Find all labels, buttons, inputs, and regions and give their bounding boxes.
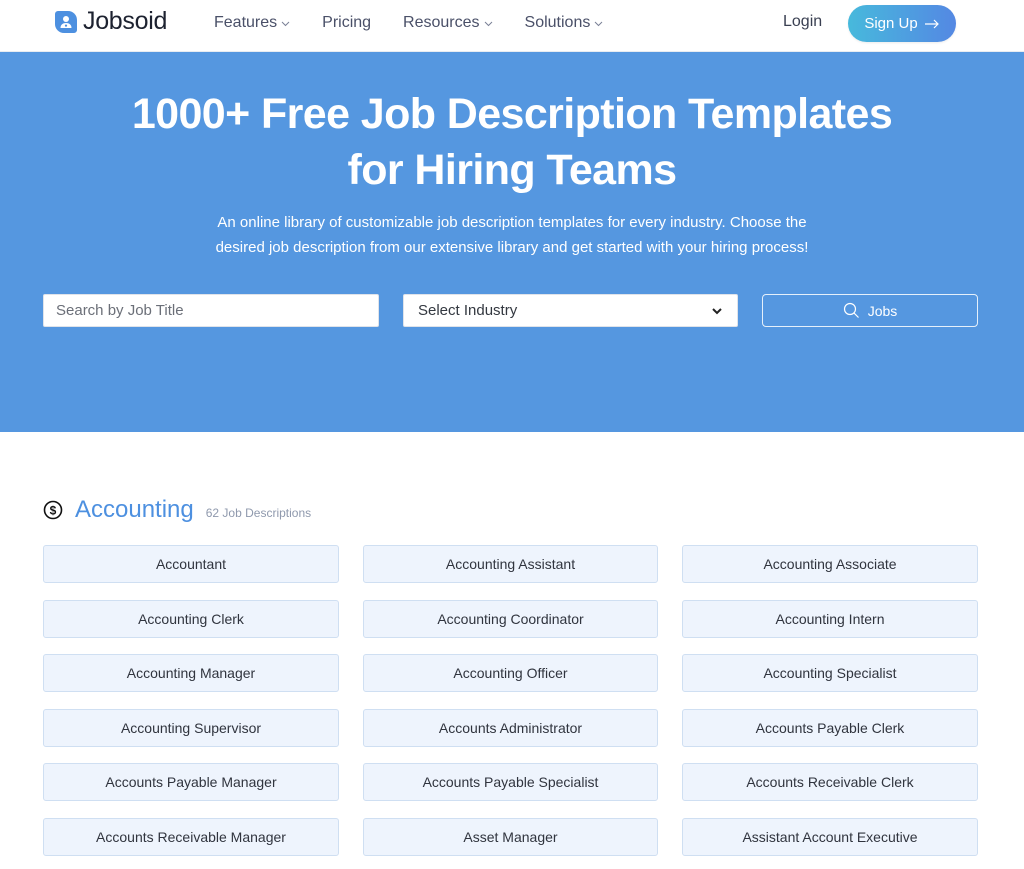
job-card[interactable]: Accounting Supervisor [43,708,339,747]
job-card[interactable]: Accountant [43,545,339,583]
job-card[interactable]: Accounting Coordinator [363,599,658,638]
main-nav: Features Pricing Resources Solutions [214,12,635,34]
job-title-search-input[interactable] [43,294,379,327]
job-card[interactable]: Assistant Account Executive [682,817,978,856]
nav-solutions-label: Solutions [524,14,591,31]
title-line-2: for Hiring Teams [347,146,677,194]
category-title[interactable]: Accounting [75,496,194,524]
search-icon [843,302,859,318]
login-link[interactable]: Login [783,13,822,31]
chevron-down-icon [712,307,722,314]
job-card[interactable]: Asset Manager [363,817,658,856]
chevron-down-icon [595,21,603,27]
logo-icon [55,10,77,33]
hero-section: 1000+ Free Job Description Templates for… [0,52,1024,432]
search-jobs-label: Jobs [867,302,898,319]
signup-label: Sign Up [864,15,918,32]
job-card[interactable]: Accounting Assistant [363,545,658,583]
nav-solutions[interactable]: Solutions [525,12,604,34]
hero-subtitle: An online library of customizable job de… [0,210,1024,260]
subtitle-line-1: An online library of customizable job de… [217,214,807,231]
job-card[interactable]: Accounts Receivable Clerk [682,763,978,801]
industry-select-value: Select Industry [418,302,518,319]
search-jobs-button[interactable]: Jobs [762,294,978,327]
job-card[interactable]: Accounts Payable Clerk [682,708,978,747]
nav-features[interactable]: Features [214,12,290,34]
job-list: Accountant Accounting Assistant Accounting… [43,545,978,856]
site-header: Jobsoid Features Pricing Resources Solut… [0,0,1024,52]
subtitle-line-2: desired job description from our extensi… [215,239,809,256]
industry-select[interactable]: Select Industry [403,294,738,327]
job-card[interactable]: Accounts Payable Manager [43,763,339,801]
job-card[interactable]: Accounting Associate [682,545,978,583]
title-line-1: 1000+ Free Job Description Templates [131,90,893,138]
job-card[interactable]: Accounts Receivable Manager [43,817,339,856]
category-count: 62 Job Descriptions [205,506,312,520]
chevron-down-icon [281,21,290,27]
svg-text:$: $ [50,504,57,518]
job-card[interactable]: Accounting Manager [43,654,339,692]
nav-pricing-label: Pricing [322,14,372,31]
page-title: 1000+ Free Job Description Templates for… [0,86,1024,198]
job-card[interactable]: Accounting Officer [363,654,658,692]
job-card[interactable]: Accounting Clerk [43,599,339,638]
signup-button[interactable]: Sign Up [848,5,956,42]
category-header: $ Accounting 62 Job Descriptions [43,496,311,524]
job-card[interactable]: Accounting Specialist [682,654,978,692]
dollar-circle-icon: $ [43,500,63,520]
chevron-down-icon [484,21,492,27]
arrow-right-icon [924,19,939,28]
nav-features-label: Features [214,14,278,31]
nav-resources-label: Resources [403,14,480,31]
nav-pricing[interactable]: Pricing [322,12,371,34]
job-card[interactable]: Accounts Payable Specialist [363,763,658,801]
nav-resources[interactable]: Resources [403,12,492,34]
brand-logo[interactable]: Jobsoid [55,6,167,36]
brand-name: Jobsoid [83,6,168,35]
job-card[interactable]: Accounts Administrator [363,708,658,747]
job-card[interactable]: Accounting Intern [682,599,978,638]
